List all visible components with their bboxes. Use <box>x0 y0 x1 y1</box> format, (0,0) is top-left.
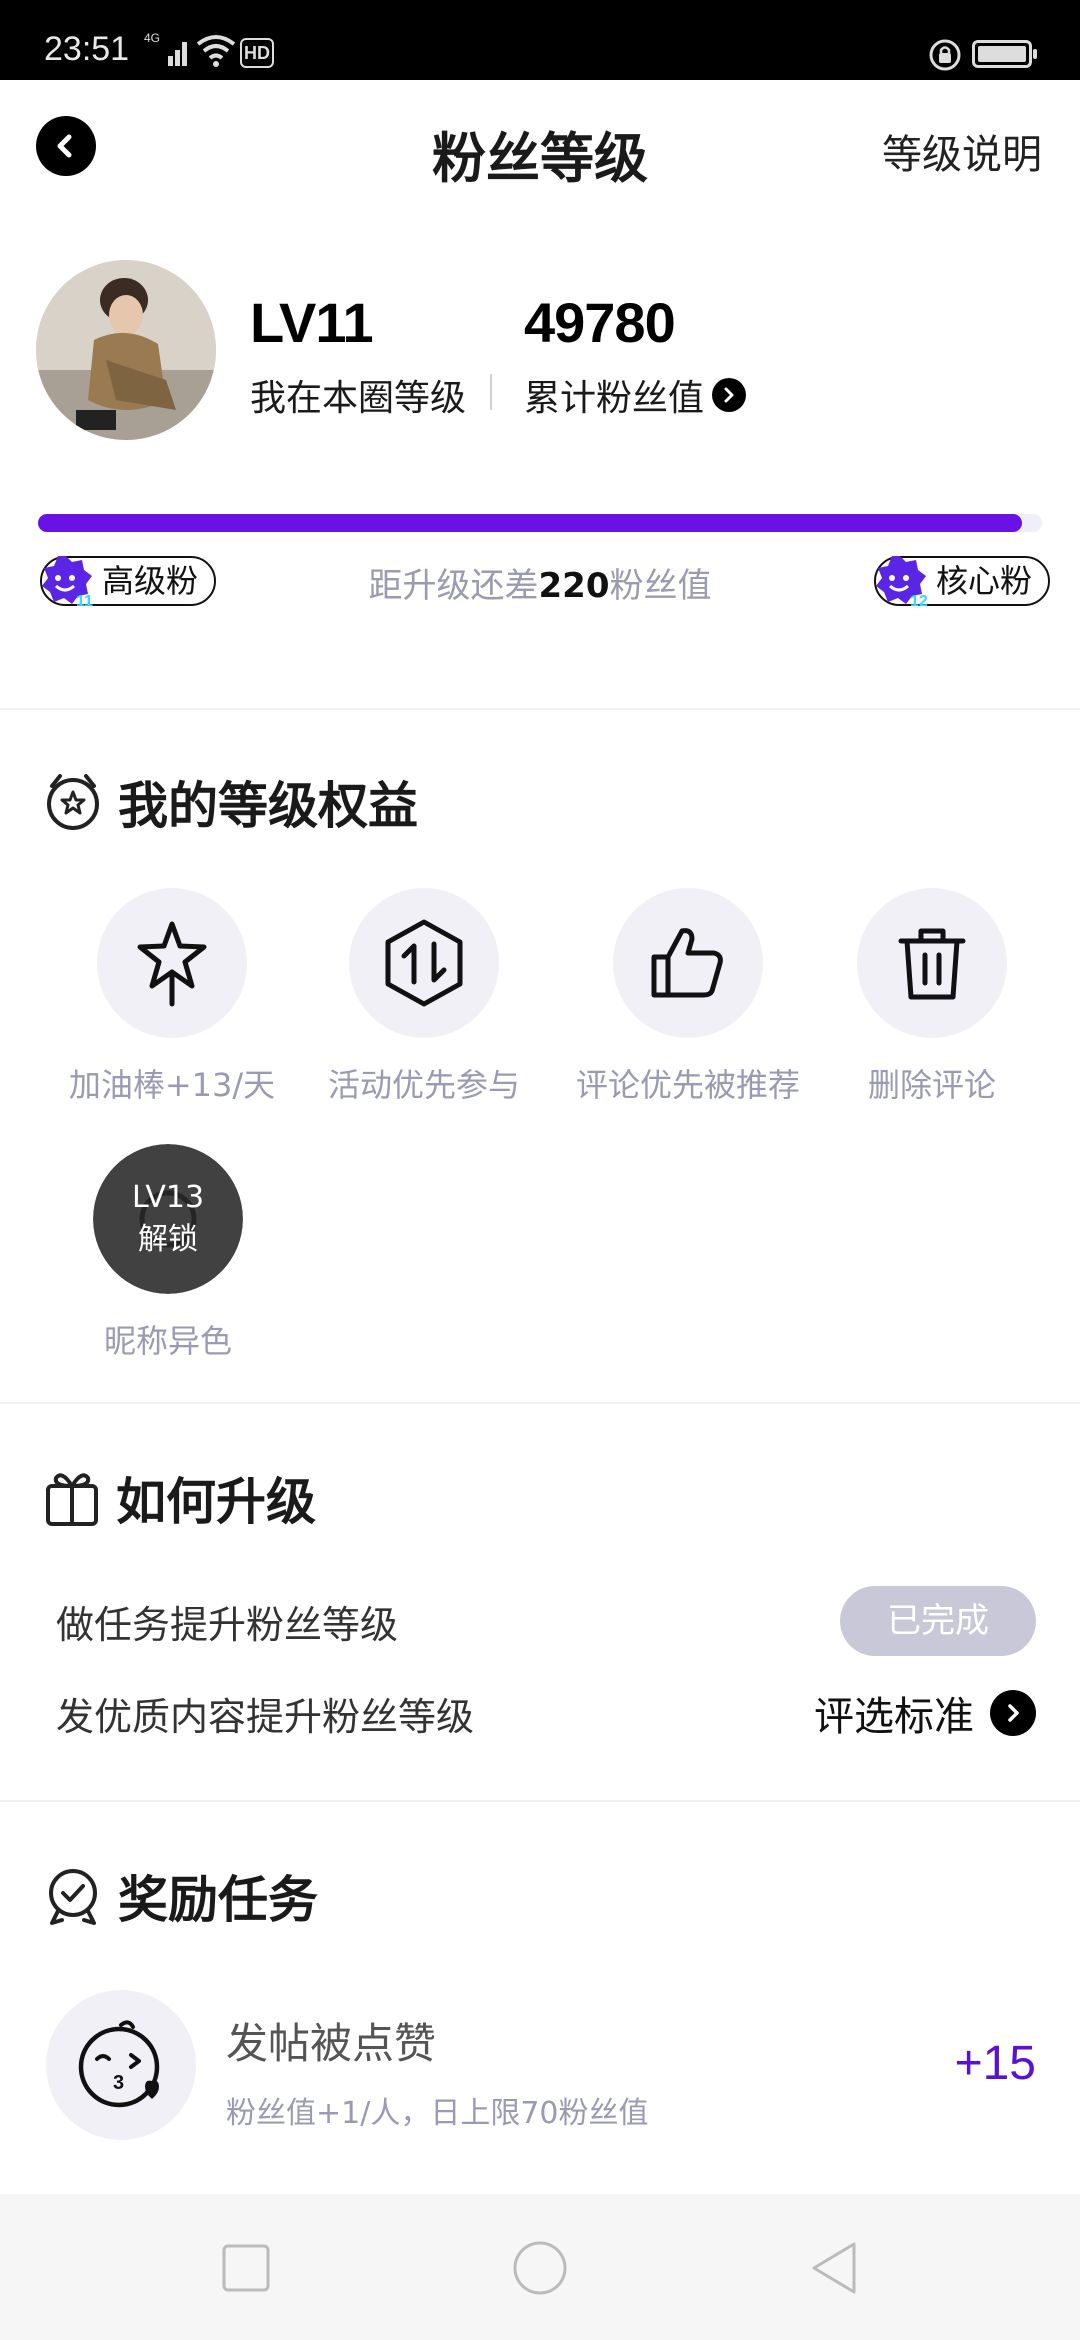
fan-level-badge-icon: 12 <box>876 556 928 608</box>
benefit-icon-wrap <box>857 888 1007 1038</box>
rewards-title: 奖励任务 <box>118 1871 318 1929</box>
rotation-lock-icon <box>929 39 961 71</box>
signal-icon: 4G <box>144 31 187 66</box>
level-progress-fill <box>38 514 1022 532</box>
upgrade-content-text: 发优质内容提升粉丝等级 <box>56 1694 475 1739</box>
benefit-item[interactable]: 删除评论 <box>802 888 1062 1106</box>
header: 粉丝等级 等级说明 <box>0 80 1080 210</box>
fan-label: 累计粉丝值 <box>524 378 705 419</box>
status-time: 23:51 <box>44 30 130 68</box>
benefit-icon-wrap <box>613 888 763 1038</box>
hd-icon: HD <box>240 38 274 68</box>
progress-text-after: 粉丝值 <box>609 566 712 606</box>
benefit-item[interactable]: 加油棒+13/天 <box>42 888 302 1106</box>
benefit-item-locked[interactable]: LV13 解锁 昵称异色 <box>38 1144 298 1362</box>
benefits-section-title: 我的等级权益 <box>44 766 418 838</box>
upgrade-content-row: 发优质内容提升粉丝等级 评选标准 <box>56 1678 1036 1748</box>
selection-criteria-link[interactable]: 评选标准 <box>814 1684 1036 1742</box>
benefit-label: 删除评论 <box>867 1066 996 1104</box>
level-description-link[interactable]: 等级说明 <box>882 122 1042 180</box>
next-tier-badge[interactable]: 12 核心粉 <box>874 556 1051 608</box>
benefit-label: 加油棒+13/天 <box>68 1066 276 1104</box>
thumbs-up-icon <box>651 928 723 998</box>
task-icon-wrap: 3 <box>46 1990 196 2140</box>
gift-icon <box>46 1473 98 1526</box>
home-icon[interactable] <box>512 2240 568 2296</box>
benefits-title: 我的等级权益 <box>118 777 418 835</box>
task-title: 发帖被点赞 <box>226 2019 437 2068</box>
locked-overlay: LV13 解锁 <box>93 1144 243 1294</box>
system-nav-bar <box>0 2194 1080 2340</box>
svg-text:4G: 4G <box>144 31 160 45</box>
section-divider <box>0 708 1080 710</box>
status-bar: 23:51 4G HD <box>0 0 1080 80</box>
benefit-label: 评论优先被推荐 <box>575 1066 800 1104</box>
fan-label-row[interactable]: 累计粉丝值 <box>524 369 747 421</box>
benefit-icon-wrap: LV13 解锁 <box>93 1144 243 1294</box>
level-progress-bar <box>38 514 1042 532</box>
exchange-icon <box>385 919 463 1007</box>
progress-text-before: 距升级还差 <box>368 566 539 606</box>
chevron-right-icon <box>990 1690 1036 1736</box>
recent-apps-icon[interactable] <box>218 2240 274 2296</box>
upgrade-task-text: 做任务提升粉丝等级 <box>56 1602 399 1647</box>
benefit-icon-wrap <box>97 888 247 1038</box>
svg-text:3: 3 <box>113 2072 124 2094</box>
fan-stat[interactable]: 49780 累计粉丝值 <box>524 290 747 421</box>
upgrade-title: 如何升级 <box>116 1473 316 1531</box>
star-wand-icon <box>137 921 207 1007</box>
benefit-icon-wrap <box>349 888 499 1038</box>
section-divider <box>0 1402 1080 1404</box>
lock-level: LV13 <box>131 1180 205 1215</box>
task-description: 粉丝值+1/人，日上限70粉丝值 <box>226 2096 649 2131</box>
stat-divider <box>490 374 492 410</box>
progress-remaining-value: 220 <box>538 566 610 606</box>
rewards-section-title: 奖励任务 <box>44 1860 318 1932</box>
next-tier-label: 核心粉 <box>936 562 1033 600</box>
criteria-label: 评选标准 <box>814 1694 974 1740</box>
back-nav-icon[interactable] <box>806 2240 862 2296</box>
upgrade-section-title: 如何升级 <box>44 1462 316 1534</box>
battery-icon <box>972 40 1037 68</box>
benefit-label: 活动优先参与 <box>327 1066 520 1104</box>
section-divider <box>0 1800 1080 1802</box>
chevron-right-icon[interactable] <box>712 378 747 412</box>
fan-value: 49780 <box>524 291 676 354</box>
avatar[interactable] <box>36 260 216 440</box>
level-label: 我在本圈等级 <box>250 378 467 419</box>
kiss-face-icon: 3 <box>78 2020 160 2108</box>
task-points: +15 <box>954 2037 1036 2090</box>
upgrade-task-row: 做任务提升粉丝等级 已完成 <box>56 1586 1036 1656</box>
svg-text:12: 12 <box>910 593 928 608</box>
completed-button[interactable]: 已完成 <box>840 1586 1036 1656</box>
benefit-label: 昵称异色 <box>103 1322 232 1360</box>
medal-icon <box>47 774 99 830</box>
benefit-item[interactable]: 活动优先参与 <box>294 888 554 1106</box>
lock-text: 解锁 <box>138 1222 198 1257</box>
level-stat: LV11 我在本圈等级 <box>250 290 466 421</box>
wifi-icon <box>196 35 236 67</box>
benefit-item[interactable]: 评论优先被推荐 <box>558 888 818 1106</box>
trash-icon <box>898 928 966 1000</box>
avatar-image <box>36 260 216 440</box>
badge-check-icon <box>49 1869 97 1925</box>
level-value: LV11 <box>250 291 374 354</box>
